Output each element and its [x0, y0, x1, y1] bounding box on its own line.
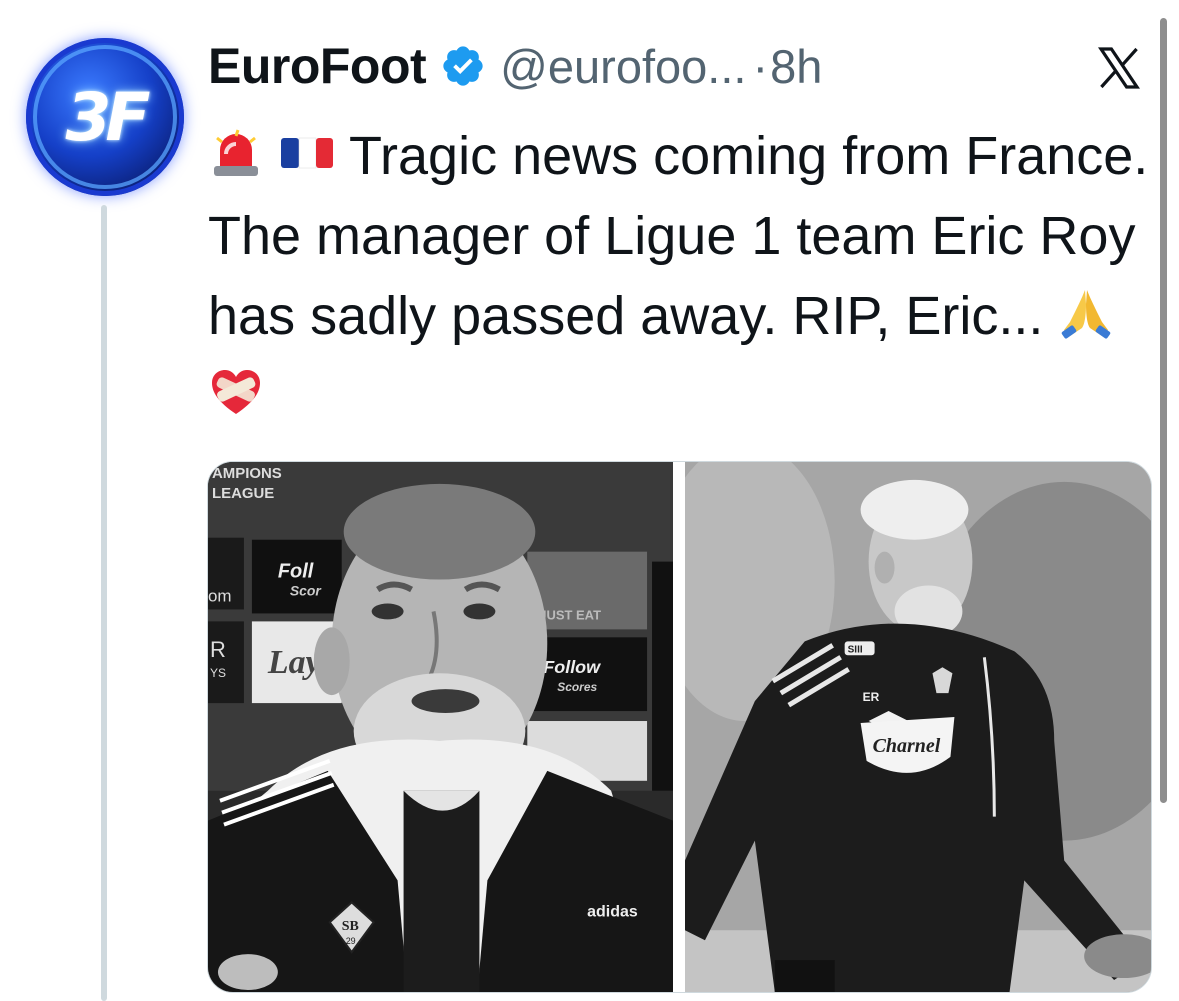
backdrop-text-ampions: AMPIONS	[212, 465, 282, 482]
backdrop-text-lay: Lay	[267, 644, 322, 681]
handle[interactable]: @eurofoo...	[500, 39, 746, 94]
kit-text-charnel: Charnel	[873, 735, 941, 757]
display-name[interactable]: EuroFoot	[208, 37, 427, 95]
verified-badge-icon[interactable]	[440, 43, 486, 89]
kit-text-siii: SIII	[848, 644, 863, 655]
kit-text-29: 29	[346, 936, 356, 946]
avatar-logo: 3F	[65, 78, 150, 156]
avatar[interactable]: 3F	[26, 38, 184, 196]
timestamp[interactable]: 8h	[770, 39, 822, 94]
photo-training[interactable]: SIII ER Charnel	[685, 462, 1151, 992]
x-logo-icon[interactable]	[1093, 44, 1145, 92]
backdrop-text-om: om	[208, 586, 232, 605]
photo-right-art: SIII ER Charnel	[685, 462, 1151, 992]
scrollbar[interactable]	[1160, 18, 1167, 803]
backdrop-text-foll: Foll	[278, 561, 314, 583]
backdrop-text-league: LEAGUE	[212, 485, 274, 502]
tweet-media[interactable]: AMPIONS LEAGUE om R YS Foll Scor Lay JUS…	[207, 461, 1152, 993]
tweet-card[interactable]: 3F EuroFoot @eurofoo... · 8h Tragic news…	[0, 0, 1179, 1001]
tweet-text-body: Tragic news coming from France. The mana…	[208, 126, 1149, 346]
kit-text-er: ER	[863, 690, 880, 704]
kit-text-sb: SB	[342, 919, 359, 934]
backdrop-text-just-eat: JUST EAT	[539, 607, 601, 622]
kit-text-adidas: adidas	[587, 903, 638, 920]
backdrop-text-ys: YS	[210, 666, 226, 680]
thread-line	[101, 205, 107, 1001]
backdrop-text-r: R	[210, 637, 226, 662]
backdrop-text-scores: Scores	[557, 680, 597, 694]
photo-left-art: AMPIONS LEAGUE om R YS Foll Scor Lay JUS…	[208, 462, 673, 992]
separator-dot: ·	[752, 39, 769, 93]
police-light-icon	[208, 122, 264, 178]
backdrop-text-scor: Scor	[290, 583, 323, 599]
tweet-header: EuroFoot @eurofoo... · 8h	[208, 34, 822, 98]
tweet-text: Tragic news coming from France. The mana…	[208, 116, 1158, 436]
folded-hands-icon	[1058, 282, 1114, 339]
heart-bandage-icon	[208, 362, 264, 418]
france-flag-icon	[279, 122, 335, 178]
backdrop-text-follow: Follow	[543, 657, 601, 677]
photo-press-conference[interactable]: AMPIONS LEAGUE om R YS Foll Scor Lay JUS…	[208, 462, 673, 992]
